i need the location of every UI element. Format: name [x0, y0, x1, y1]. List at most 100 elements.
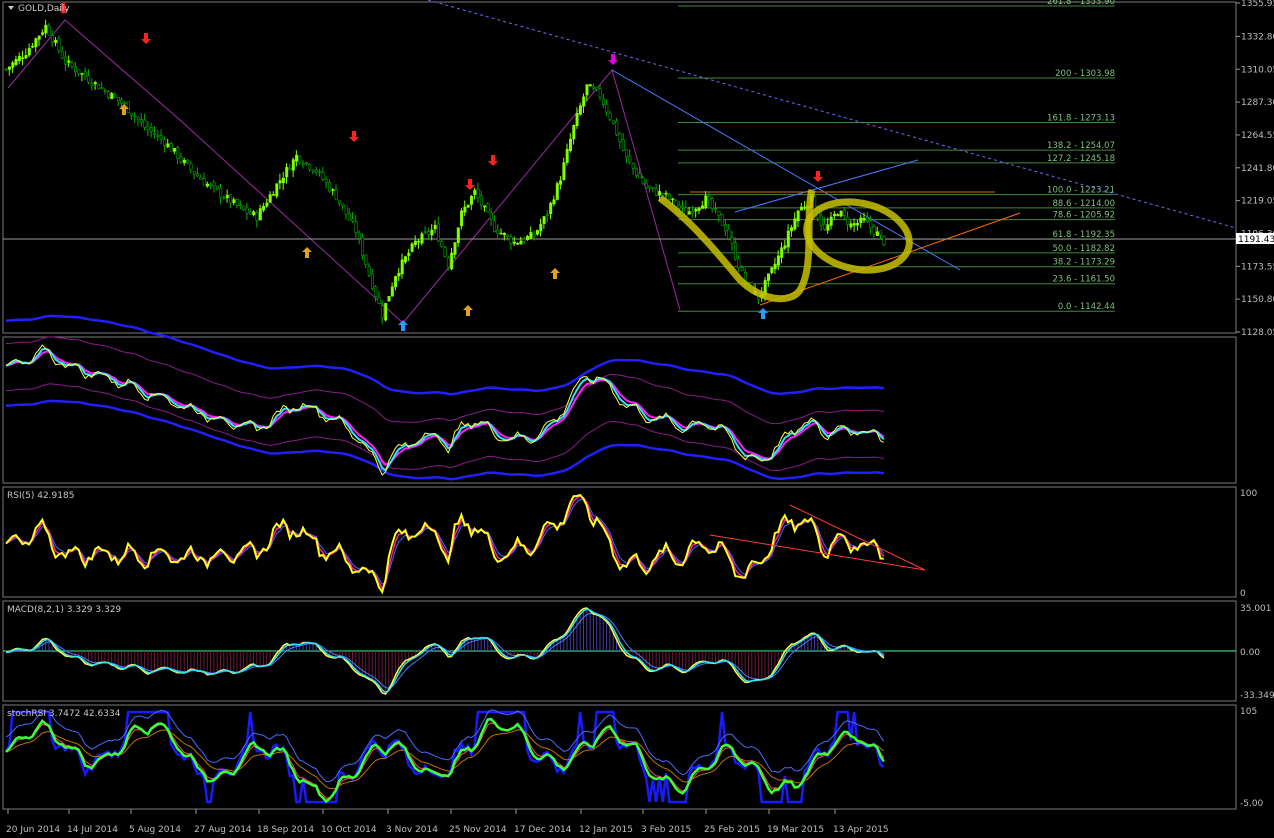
macd-label: MACD(8,2,1) 3.329 3.329 [7, 605, 121, 615]
up-arrow-icon [758, 308, 768, 319]
dropdown-icon[interactable] [8, 6, 14, 10]
candle [826, 224, 830, 231]
candle [644, 182, 648, 189]
candle [407, 252, 411, 256]
candle [634, 168, 638, 176]
candle [245, 207, 249, 214]
price-axis: 1355.95 1332.80 1310.05 1287.30 1264.55 1241.… [1236, 0, 1274, 338]
candle [836, 214, 840, 217]
candle [730, 237, 734, 245]
candle [829, 216, 833, 226]
fib-label: 261.8 - 1353.90 [1047, 0, 1115, 7]
candle [31, 45, 35, 48]
candle [694, 208, 698, 212]
candle [638, 173, 642, 179]
candle [463, 206, 467, 213]
candle [641, 177, 645, 184]
candle [595, 87, 599, 90]
candle [879, 230, 883, 236]
rsi-line [5, 493, 884, 595]
candle [143, 119, 147, 128]
candle [559, 180, 563, 185]
candle [219, 187, 223, 198]
time-tick-label: 18 Sep 2014 [257, 825, 314, 835]
candle [869, 220, 873, 229]
price-tick-label: 1287.30 [1241, 98, 1274, 108]
current-price-badge: 1191.43 [1236, 233, 1274, 245]
time-tick-label: 3 Feb 2015 [641, 825, 691, 835]
candle [163, 139, 167, 146]
candle [298, 155, 302, 163]
candle [288, 167, 292, 171]
candle [40, 32, 44, 35]
candle [786, 230, 790, 248]
candle [469, 195, 473, 205]
time-tick-label: 25 Feb 2015 [704, 825, 760, 835]
candle [420, 233, 424, 244]
candle [90, 83, 94, 86]
candle [24, 54, 28, 59]
fib-label: 127.2 - 1245.18 [1047, 154, 1115, 164]
candle [519, 240, 523, 245]
candle [268, 194, 272, 203]
candle [285, 167, 289, 178]
candle [615, 120, 619, 136]
candle [582, 96, 586, 107]
candle [793, 218, 797, 230]
candle [681, 206, 685, 209]
candle [107, 91, 111, 98]
candle [113, 94, 117, 98]
candle [377, 296, 381, 304]
candle [575, 112, 579, 127]
candle [380, 305, 384, 319]
fractal-arrows [58, 3, 823, 331]
candle [846, 216, 850, 226]
candle [677, 204, 681, 209]
fib-label: 161.8 - 1273.13 [1047, 114, 1115, 124]
candle [819, 215, 823, 226]
candle [57, 38, 61, 51]
time-axis: 20 Jun 2014 14 Jul 2014 5 Aug 2014 27 Aug 2… [6, 809, 889, 835]
trading-chart: 0.0 - 1142.44 23.6 - 1161.50 38.2 - 1173.2… [2, 0, 1274, 835]
candle [239, 204, 243, 206]
candle [727, 229, 731, 239]
candle [394, 276, 398, 288]
candle [773, 263, 777, 270]
candle [11, 62, 15, 68]
candle [130, 113, 134, 116]
candle [720, 214, 724, 226]
candle [278, 180, 282, 184]
candle [159, 135, 163, 140]
candle [592, 86, 596, 89]
symbol-header[interactable]: GOLD,Daily [8, 4, 70, 14]
candle [314, 169, 318, 173]
price-tick-label: 1332.80 [1241, 32, 1274, 42]
candle [555, 183, 559, 200]
candle [568, 138, 572, 151]
candle [460, 210, 464, 227]
rsi-axis-top: 100 [1240, 489, 1257, 499]
candle [192, 171, 196, 175]
candle [549, 202, 553, 215]
candle [608, 112, 612, 120]
candle [714, 208, 718, 211]
candle [80, 73, 84, 75]
candle [552, 199, 556, 205]
candle [539, 224, 543, 232]
candle [265, 202, 269, 207]
price-tick-label: 1310.05 [1241, 65, 1274, 75]
candle [361, 237, 365, 256]
candle [275, 183, 279, 197]
candle [509, 236, 513, 244]
candle [133, 115, 137, 118]
candle [387, 296, 391, 302]
candle [400, 259, 404, 275]
envelope-lower-line [5, 383, 884, 472]
up-arrow-icon [302, 247, 312, 258]
candle [440, 241, 444, 247]
candle [476, 188, 480, 198]
candle [215, 185, 219, 190]
candle [390, 286, 394, 297]
candle [456, 227, 460, 243]
candle [97, 84, 101, 90]
